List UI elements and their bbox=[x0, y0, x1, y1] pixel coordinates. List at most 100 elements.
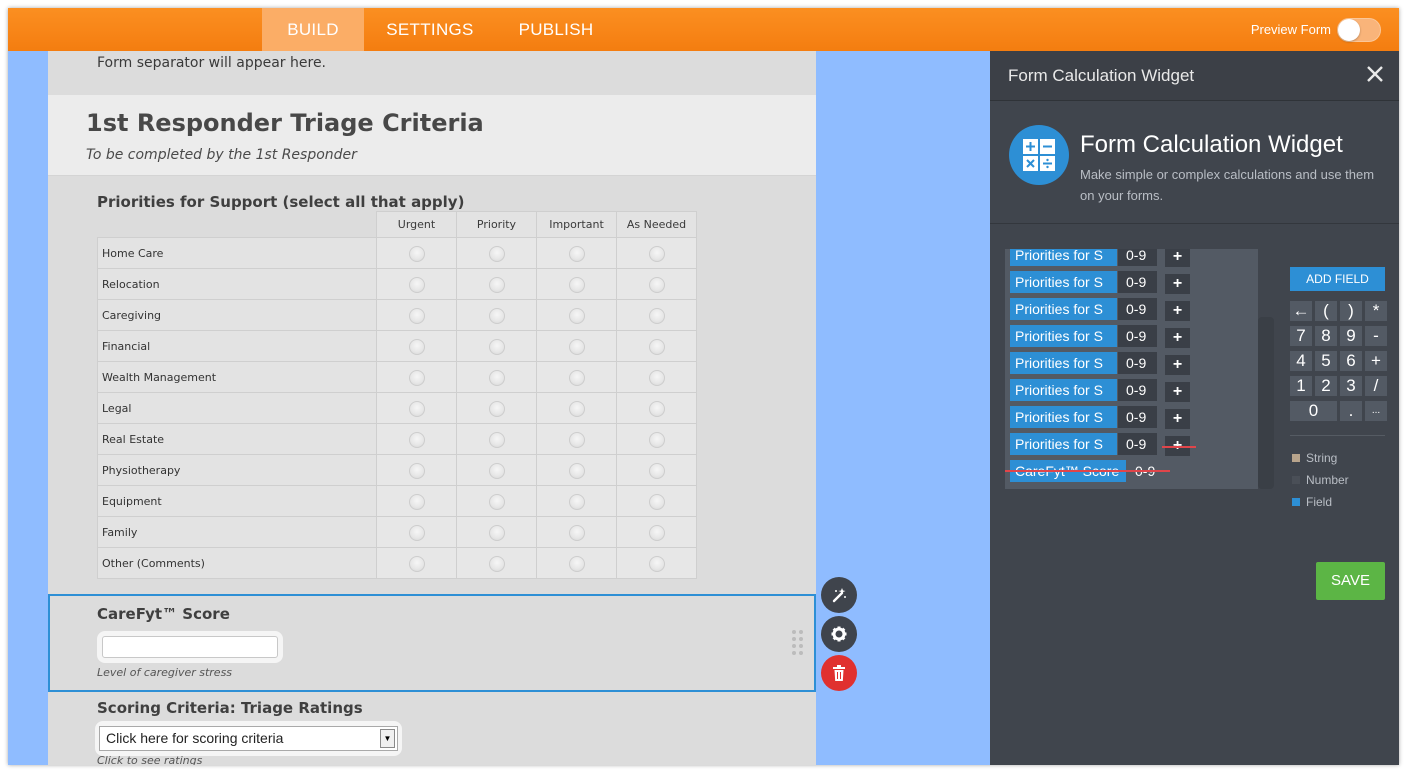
scoring-criteria-select[interactable]: Click here for scoring criteria ▼ bbox=[99, 726, 398, 751]
priority-radio[interactable] bbox=[408, 463, 425, 479]
calc-field-token[interactable]: Priorities for S bbox=[1010, 298, 1117, 320]
priority-radio[interactable] bbox=[488, 401, 505, 417]
priority-radio[interactable] bbox=[648, 339, 665, 355]
priority-radio[interactable] bbox=[568, 556, 585, 572]
priority-radio[interactable] bbox=[408, 432, 425, 448]
priority-radio[interactable] bbox=[568, 525, 585, 541]
calc-field-token[interactable]: Priorities for S bbox=[1010, 325, 1117, 347]
calc-field-token[interactable]: Priorities for S bbox=[1010, 433, 1117, 455]
priority-radio[interactable] bbox=[488, 556, 505, 572]
keypad-key[interactable]: ) bbox=[1340, 301, 1362, 321]
priority-radio[interactable] bbox=[408, 525, 425, 541]
calc-number-token[interactable]: 0-9 bbox=[1118, 325, 1157, 347]
priority-radio[interactable] bbox=[648, 370, 665, 386]
keypad-key[interactable]: 5 bbox=[1315, 351, 1337, 371]
calc-number-token[interactable]: 0-9 bbox=[1118, 271, 1157, 293]
calc-number-token[interactable]: 0-9 bbox=[1118, 406, 1157, 428]
priority-radio[interactable] bbox=[408, 246, 425, 262]
priority-radio[interactable] bbox=[408, 494, 425, 510]
wizard-button[interactable] bbox=[821, 577, 857, 613]
calc-field-token[interactable]: Priorities for S bbox=[1010, 271, 1117, 293]
keypad-key[interactable]: * bbox=[1365, 301, 1387, 321]
calc-number-token[interactable]: 0-9 bbox=[1118, 298, 1157, 320]
priority-radio[interactable] bbox=[488, 432, 505, 448]
priority-radio[interactable] bbox=[568, 432, 585, 448]
keypad-key[interactable]: + bbox=[1365, 351, 1387, 371]
priority-radio[interactable] bbox=[568, 401, 585, 417]
save-button[interactable]: SAVE bbox=[1316, 562, 1385, 600]
priority-radio[interactable] bbox=[488, 525, 505, 541]
priority-radio[interactable] bbox=[648, 525, 665, 541]
priority-radio[interactable] bbox=[488, 370, 505, 386]
expression-scrollbar[interactable] bbox=[1258, 317, 1274, 489]
carefyt-score-input[interactable] bbox=[102, 636, 278, 658]
tab-settings[interactable]: SETTINGS bbox=[372, 8, 488, 51]
keypad-key[interactable]: 7 bbox=[1290, 326, 1312, 346]
priority-radio[interactable] bbox=[568, 246, 585, 262]
calc-number-token[interactable]: 0-9 bbox=[1118, 249, 1157, 266]
priority-radio[interactable] bbox=[488, 463, 505, 479]
priority-radio[interactable] bbox=[408, 556, 425, 572]
priority-radio[interactable] bbox=[568, 308, 585, 324]
priority-radio[interactable] bbox=[408, 277, 425, 293]
priority-radio[interactable] bbox=[648, 308, 665, 324]
priority-radio[interactable] bbox=[648, 432, 665, 448]
drag-handle-icon[interactable] bbox=[792, 630, 804, 660]
keypad-key[interactable]: - bbox=[1365, 326, 1387, 346]
keypad-key[interactable]: ... bbox=[1365, 401, 1387, 421]
priority-radio[interactable] bbox=[568, 494, 585, 510]
priority-radio[interactable] bbox=[648, 246, 665, 262]
keypad-key[interactable]: 0 bbox=[1290, 401, 1337, 421]
calc-field-token[interactable]: Priorities for S bbox=[1010, 406, 1117, 428]
tab-publish[interactable]: PUBLISH bbox=[504, 8, 608, 51]
priority-radio[interactable] bbox=[568, 339, 585, 355]
calc-operator-token[interactable]: + bbox=[1165, 249, 1190, 267]
keypad-key[interactable]: . bbox=[1340, 401, 1362, 421]
form-header[interactable]: 1st Responder Triage Criteria To be comp… bbox=[48, 95, 816, 176]
priority-radio[interactable] bbox=[648, 401, 665, 417]
add-field-button[interactable]: ADD FIELD bbox=[1290, 267, 1385, 291]
priority-radio[interactable] bbox=[568, 277, 585, 293]
calc-operator-token[interactable]: + bbox=[1165, 409, 1190, 429]
calc-field-token[interactable]: Priorities for S bbox=[1010, 249, 1117, 266]
priority-radio[interactable] bbox=[648, 277, 665, 293]
preview-form-toggle[interactable] bbox=[1337, 18, 1381, 42]
tab-build[interactable]: BUILD bbox=[262, 8, 364, 51]
priority-radio[interactable] bbox=[408, 308, 425, 324]
keypad-key[interactable]: 1 bbox=[1290, 376, 1312, 396]
calc-operator-token[interactable]: + bbox=[1165, 355, 1190, 375]
calc-number-token[interactable]: 0-9 bbox=[1118, 379, 1157, 401]
priority-radio[interactable] bbox=[648, 463, 665, 479]
carefyt-score-field[interactable]: CareFyt™ Score Level of caregiver stress bbox=[48, 594, 816, 692]
priority-radio[interactable] bbox=[648, 556, 665, 572]
field-settings-button[interactable] bbox=[821, 616, 857, 652]
keypad-key[interactable]: 2 bbox=[1315, 376, 1337, 396]
keypad-key[interactable]: 9 bbox=[1340, 326, 1362, 346]
calc-number-token[interactable]: 0-9 bbox=[1118, 352, 1157, 374]
priority-radio[interactable] bbox=[488, 277, 505, 293]
keypad-key[interactable]: 4 bbox=[1290, 351, 1312, 371]
keypad-key[interactable]: / bbox=[1365, 376, 1387, 396]
priority-radio[interactable] bbox=[408, 339, 425, 355]
calc-field-token[interactable]: Priorities for S bbox=[1010, 379, 1117, 401]
delete-field-button[interactable] bbox=[821, 655, 857, 691]
dropdown-arrow-icon[interactable]: ▼ bbox=[380, 729, 395, 748]
priority-radio[interactable] bbox=[568, 370, 585, 386]
calc-number-token[interactable]: 0-9 bbox=[1118, 433, 1157, 455]
keypad-key[interactable]: 8 bbox=[1315, 326, 1337, 346]
calc-operator-token[interactable]: + bbox=[1165, 328, 1190, 348]
priority-radio[interactable] bbox=[488, 494, 505, 510]
keypad-key[interactable]: 3 bbox=[1340, 376, 1362, 396]
priority-radio[interactable] bbox=[488, 308, 505, 324]
calc-operator-token[interactable]: + bbox=[1165, 274, 1190, 294]
calc-field-token[interactable]: Priorities for S bbox=[1010, 352, 1117, 374]
priority-radio[interactable] bbox=[648, 494, 665, 510]
close-icon[interactable] bbox=[1365, 64, 1385, 84]
calc-operator-token[interactable]: + bbox=[1165, 382, 1190, 402]
calc-operator-token[interactable]: + bbox=[1165, 301, 1190, 321]
priority-radio[interactable] bbox=[408, 370, 425, 386]
keypad-key[interactable]: 6 bbox=[1340, 351, 1362, 371]
priority-radio[interactable] bbox=[488, 246, 505, 262]
priority-radio[interactable] bbox=[568, 463, 585, 479]
priority-radio[interactable] bbox=[488, 339, 505, 355]
